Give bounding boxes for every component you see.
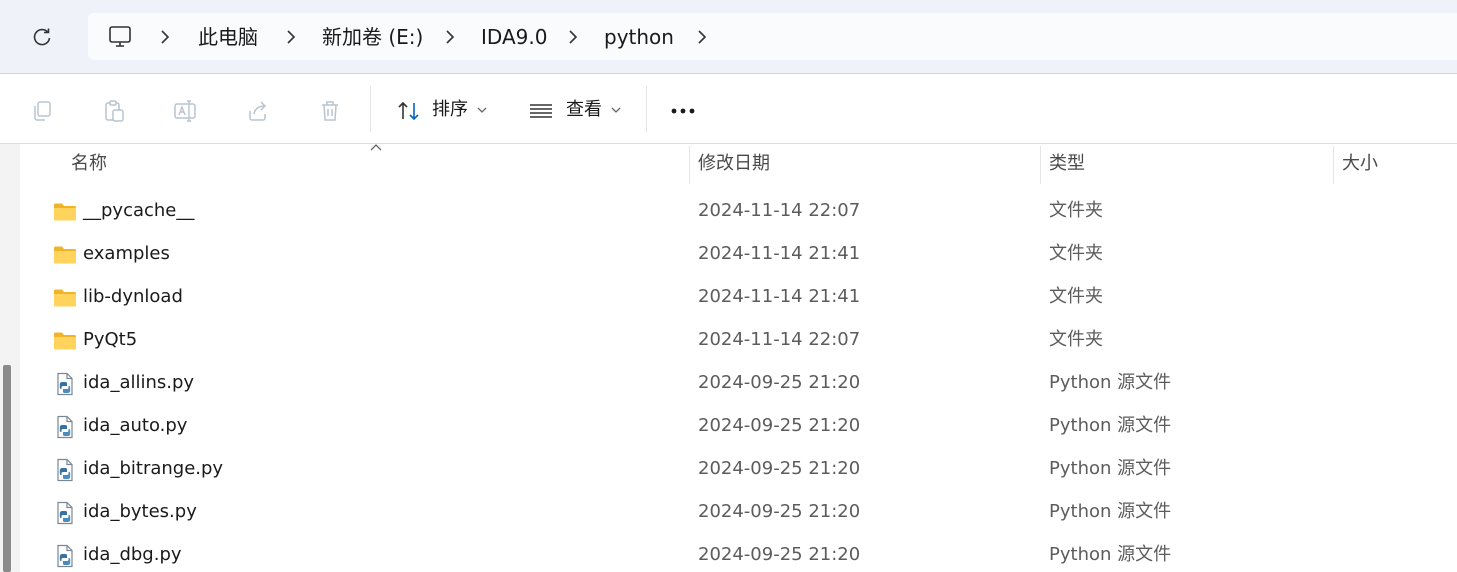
file-row[interactable]: ida_auto.py 2024-09-25 21:20 Python 源文件	[20, 405, 1457, 448]
file-modified-date: 2024-09-25 21:20	[698, 372, 861, 393]
refresh-button[interactable]	[22, 18, 62, 58]
file-modified-date: 2024-11-14 22:07	[698, 329, 861, 350]
rename-icon	[174, 100, 196, 122]
file-name[interactable]: lib-dynload	[83, 284, 183, 310]
breadcrumb-python[interactable]: python	[604, 24, 674, 50]
copy-icon	[34, 101, 51, 121]
address-bar-area: 此电脑 新加卷 (E:) IDA9.0 python	[0, 0, 1457, 73]
delete-button[interactable]	[313, 94, 347, 128]
chevron-right-icon[interactable]	[157, 27, 173, 47]
file-type: Python 源文件	[1049, 458, 1172, 479]
file-name[interactable]: examples	[83, 241, 170, 267]
toolbar-separator	[370, 86, 371, 132]
column-header-name[interactable]: 名称	[71, 152, 107, 176]
python-file-icon	[53, 501, 77, 525]
view-button[interactable]	[524, 94, 558, 128]
file-modified-date: 2024-09-25 21:20	[698, 544, 861, 565]
sort-label[interactable]: 排序	[432, 98, 468, 122]
file-name[interactable]: ida_allins.py	[83, 370, 194, 396]
file-row[interactable]: __pycache__ 2024-11-14 22:07 文件夹	[20, 190, 1457, 233]
column-separator[interactable]	[1333, 146, 1334, 184]
file-modified-date: 2024-11-14 21:41	[698, 286, 861, 307]
view-label[interactable]: 查看	[566, 98, 602, 122]
column-header-size[interactable]: 大小	[1342, 152, 1378, 176]
monitor-icon	[109, 26, 131, 47]
file-row[interactable]: PyQt5 2024-11-14 22:07 文件夹	[20, 319, 1457, 362]
more-dots-icon	[671, 108, 695, 114]
copy-button[interactable]	[25, 94, 59, 128]
file-type: Python 源文件	[1049, 544, 1172, 565]
this-pc-crumb[interactable]	[105, 22, 135, 52]
folder-icon	[53, 286, 77, 310]
column-separator[interactable]	[1040, 146, 1041, 184]
sort-button[interactable]	[392, 94, 426, 128]
file-row[interactable]: examples 2024-11-14 21:41 文件夹	[20, 233, 1457, 276]
file-type: Python 源文件	[1049, 501, 1172, 522]
breadcrumb-ida[interactable]: IDA9.0	[481, 24, 547, 50]
refresh-icon	[33, 28, 51, 46]
chevron-down-icon[interactable]	[610, 104, 622, 116]
toolbar-separator	[646, 86, 647, 132]
file-modified-date: 2024-09-25 21:20	[698, 501, 861, 522]
file-row[interactable]: ida_allins.py 2024-09-25 21:20 Python 源文件	[20, 362, 1457, 405]
file-type: 文件夹	[1049, 286, 1103, 307]
chevron-right-icon[interactable]	[694, 27, 710, 47]
python-file-icon	[53, 372, 77, 396]
more-options-button[interactable]	[666, 94, 700, 128]
chevron-down-icon[interactable]	[476, 104, 488, 116]
trash-icon	[322, 101, 338, 121]
paste-button[interactable]	[97, 94, 131, 128]
python-file-icon	[53, 544, 77, 568]
column-header-modified[interactable]: 修改日期	[698, 152, 770, 176]
file-name[interactable]: __pycache__	[83, 198, 194, 224]
file-type: 文件夹	[1049, 243, 1103, 264]
command-bar: 排序 查看	[0, 74, 1457, 144]
sort-ascending-icon	[370, 144, 382, 151]
file-name[interactable]: ida_bitrange.py	[83, 456, 223, 482]
file-type: 文件夹	[1049, 329, 1103, 350]
sort-arrows-icon	[398, 101, 419, 121]
file-name[interactable]: ida_bytes.py	[83, 499, 197, 525]
file-modified-date: 2024-09-25 21:20	[698, 415, 861, 436]
python-file-icon	[53, 458, 77, 482]
folder-icon	[53, 200, 77, 224]
rename-button[interactable]	[169, 94, 203, 128]
file-row[interactable]: ida_bitrange.py 2024-09-25 21:20 Python 源文…	[20, 448, 1457, 491]
column-header-type[interactable]: 类型	[1049, 152, 1085, 176]
file-name[interactable]: ida_auto.py	[83, 413, 187, 439]
file-row[interactable]: lib-dynload 2024-11-14 21:41 文件夹	[20, 276, 1457, 319]
column-separator[interactable]	[689, 146, 690, 184]
file-row[interactable]: ida_dbg.py 2024-09-25 21:20 Python 源文件	[20, 534, 1457, 572]
file-modified-date: 2024-11-14 22:07	[698, 200, 861, 221]
file-row[interactable]: ida_bytes.py 2024-09-25 21:20 Python 源文件	[20, 491, 1457, 534]
chevron-right-icon[interactable]	[442, 27, 458, 47]
toolbar-divider	[0, 143, 1457, 144]
file-type: 文件夹	[1049, 200, 1103, 221]
breadcrumb-drive-e[interactable]: 新加卷 (E:)	[322, 24, 423, 50]
view-list-icon	[530, 104, 552, 118]
file-type: Python 源文件	[1049, 415, 1172, 436]
share-button[interactable]	[241, 94, 275, 128]
share-icon	[249, 101, 267, 121]
clipboard-icon	[105, 100, 124, 122]
folder-icon	[53, 329, 77, 353]
file-name[interactable]: PyQt5	[83, 327, 137, 353]
breadcrumb-this-pc[interactable]: 此电脑	[198, 24, 258, 50]
file-modified-date: 2024-11-14 21:41	[698, 243, 861, 264]
file-type: Python 源文件	[1049, 372, 1172, 393]
python-file-icon	[53, 415, 77, 439]
chevron-right-icon[interactable]	[283, 27, 299, 47]
chevron-right-icon[interactable]	[565, 27, 581, 47]
file-name[interactable]: ida_dbg.py	[83, 542, 182, 568]
scrollbar-thumb[interactable]	[3, 365, 11, 572]
folder-icon	[53, 243, 77, 267]
file-modified-date: 2024-09-25 21:20	[698, 458, 861, 479]
